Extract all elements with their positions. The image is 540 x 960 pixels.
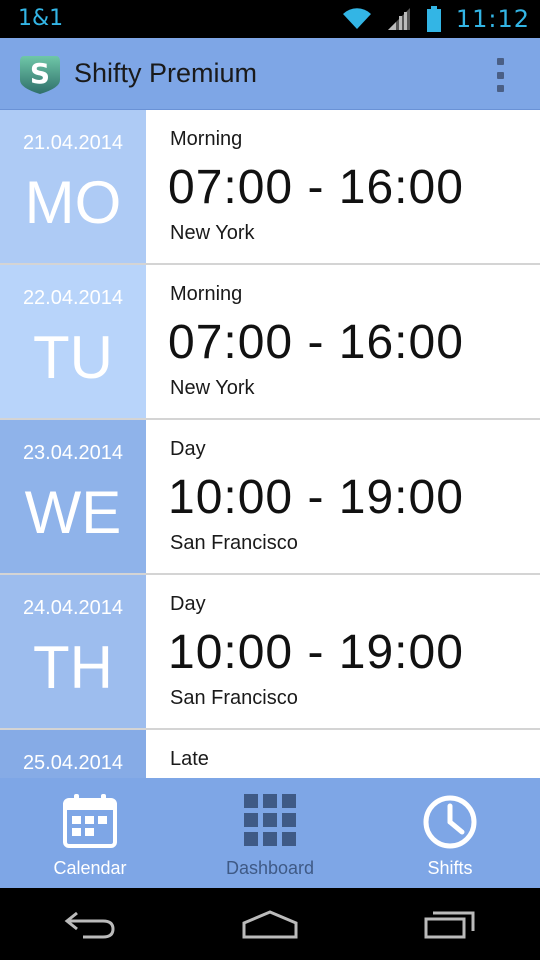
shift-info: Morning 07:00 - 16:00 New York <box>146 265 540 418</box>
shift-weekday: WE <box>24 479 122 546</box>
svg-text:S: S <box>30 57 50 90</box>
date-column: 21.04.2014 MO <box>0 110 146 263</box>
shift-time: 10:00 - 19:00 <box>168 626 464 679</box>
shift-location: San Francisco <box>170 687 298 709</box>
shift-location: New York <box>170 222 255 244</box>
app-title: Shifty Premium <box>74 58 258 88</box>
shift-date: 23.04.2014 <box>22 442 124 464</box>
shift-info: Day 10:00 - 19:00 San Francisco <box>146 420 540 573</box>
carrier-label: 1&1 <box>18 6 64 31</box>
shift-location: San Francisco <box>170 532 298 554</box>
shift-name: Morning <box>170 283 243 305</box>
tab-label: Dashboard <box>225 858 315 878</box>
shift-time: 07:00 - 16:00 <box>168 161 464 214</box>
shift-name: Late <box>170 748 209 770</box>
shift-name: Morning <box>170 128 243 150</box>
shift-date: 25.04.2014 <box>22 752 124 774</box>
shift-info: Late <box>146 730 540 778</box>
shift-info: Morning 07:00 - 16:00 New York <box>146 110 540 263</box>
app-bar: S Shifty Premium <box>0 38 540 110</box>
status-clock: 11:12 <box>455 5 530 33</box>
shift-location: New York <box>170 377 255 399</box>
shift-weekday: MO <box>24 169 122 236</box>
shift-weekday: TU <box>33 324 113 391</box>
shift-list[interactable]: 21.04.2014 MO Morning 07:00 - 16:00 New … <box>0 110 540 778</box>
tab-label: Shifts <box>427 858 473 878</box>
shift-row[interactable]: 22.04.2014 TU Morning 07:00 - 16:00 New … <box>0 265 540 420</box>
shift-date: 24.04.2014 <box>22 597 124 619</box>
system-nav-bar <box>0 888 540 960</box>
status-bar: 1&1 11:12 <box>0 0 540 38</box>
shift-weekday: TH <box>33 634 113 701</box>
date-column: 22.04.2014 TU <box>0 265 146 418</box>
date-column: 24.04.2014 TH <box>0 575 146 728</box>
shift-row[interactable]: 23.04.2014 WE Day 10:00 - 19:00 San Fran… <box>0 420 540 575</box>
shift-name: Day <box>170 593 206 615</box>
tab-shifts[interactable]: Shifts <box>360 778 540 888</box>
shift-name: Day <box>170 438 206 460</box>
recents-icon <box>424 911 475 939</box>
tab-label: Calendar <box>53 858 127 878</box>
shift-row[interactable]: 25.04.2014 FR Late <box>0 730 540 778</box>
shift-date: 22.04.2014 <box>22 287 124 309</box>
back-button[interactable] <box>55 902 125 946</box>
shift-time: 10:00 - 19:00 <box>168 471 464 524</box>
status-icons: 11:12 <box>342 4 530 34</box>
dashboard-grid-icon <box>244 794 296 846</box>
date-column: 25.04.2014 FR <box>0 730 146 778</box>
clock-icon <box>423 795 477 849</box>
battery-icon <box>426 6 441 32</box>
shift-row[interactable]: 24.04.2014 TH Day 10:00 - 19:00 San Fran… <box>0 575 540 730</box>
tab-dashboard[interactable]: Dashboard <box>180 778 360 888</box>
wifi-icon <box>342 8 371 30</box>
recents-button[interactable] <box>415 902 485 946</box>
shift-info: Day 10:00 - 19:00 San Francisco <box>146 575 540 728</box>
back-icon <box>64 911 115 939</box>
shift-date: 21.04.2014 <box>22 132 124 154</box>
home-icon <box>242 910 298 939</box>
overflow-menu-icon[interactable] <box>490 58 510 92</box>
tab-calendar[interactable]: Calendar <box>0 778 180 888</box>
signal-icon <box>387 8 410 30</box>
shift-row[interactable]: 21.04.2014 MO Morning 07:00 - 16:00 New … <box>0 110 540 265</box>
app-logo-icon[interactable]: S <box>18 52 62 96</box>
calendar-icon <box>63 794 117 848</box>
bottom-tab-bar: Calendar Dashboard Shifts <box>0 778 540 888</box>
date-column: 23.04.2014 WE <box>0 420 146 573</box>
shift-time: 07:00 - 16:00 <box>168 316 464 369</box>
home-button[interactable] <box>235 902 305 946</box>
